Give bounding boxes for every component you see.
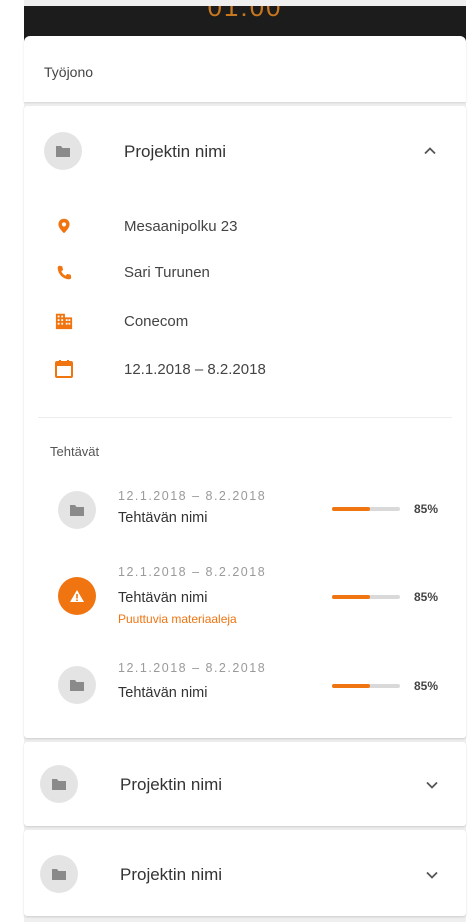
- folder-icon: [40, 765, 78, 803]
- page-title: Työjono: [44, 64, 94, 80]
- chevron-down-icon[interactable]: [425, 868, 439, 882]
- task-progress-bar: [332, 684, 400, 688]
- app-screen: 01:00 Työjono Projektin nimi Mesaanipolk…: [24, 0, 466, 922]
- task-dates: 12.1.2018 – 8.2.2018: [118, 565, 267, 579]
- task-dates: 12.1.2018 – 8.2.2018: [118, 489, 267, 503]
- folder-icon: [58, 666, 96, 704]
- task-name: Tehtävän nimi: [118, 510, 208, 526]
- tasks-section-title: Tehtävät: [50, 444, 100, 459]
- task-progress-fill: [332, 684, 371, 688]
- folder-icon: [40, 855, 78, 893]
- warning-icon: [58, 577, 96, 615]
- task-row[interactable]: 12.1.2018 – 8.2.2018 Tehtävän nimi Puutt…: [24, 564, 466, 644]
- task-row[interactable]: 12.1.2018 – 8.2.2018 Tehtävän nimi 85%: [24, 481, 466, 561]
- location-pin-icon: [54, 216, 74, 236]
- divider: [38, 417, 452, 418]
- project-dates: 12.1.2018 – 8.2.2018: [124, 361, 266, 378]
- project-card[interactable]: Projektin nimi: [24, 830, 466, 916]
- task-name: Tehtävän nimi: [118, 590, 208, 606]
- task-progress-fill: [332, 507, 371, 511]
- task-progress-label: 85%: [414, 590, 439, 604]
- task-progress-bar: [332, 507, 400, 511]
- project-header[interactable]: Projektin nimi: [24, 106, 466, 192]
- clock-display: 01:00: [207, 6, 283, 22]
- phone-icon: [54, 263, 74, 283]
- folder-icon: [58, 491, 96, 529]
- chevron-up-icon[interactable]: [423, 144, 437, 158]
- task-row[interactable]: 12.1.2018 – 8.2.2018 Tehtävän nimi 85%: [24, 661, 466, 731]
- header-card: Työjono: [24, 36, 466, 102]
- project-contact: Sari Turunen: [124, 264, 210, 281]
- task-warning-text: Puuttuvia materiaaleja: [118, 612, 237, 626]
- project-card[interactable]: Projektin nimi: [24, 742, 466, 826]
- calendar-icon: [54, 359, 74, 379]
- project-name: Projektin nimi: [124, 142, 227, 161]
- task-progress-label: 85%: [414, 679, 439, 693]
- task-name: Tehtävän nimi: [118, 685, 208, 701]
- project-address: Mesaanipolku 23: [124, 218, 238, 235]
- company-building-icon: [54, 311, 74, 331]
- project-card-expanded: Projektin nimi Mesaanipolku 23 Sari Turu…: [24, 106, 466, 738]
- project-name: Projektin nimi: [120, 775, 223, 794]
- task-progress-bar: [332, 595, 400, 599]
- chevron-down-icon[interactable]: [425, 778, 439, 792]
- project-name: Projektin nimi: [120, 865, 223, 884]
- task-dates: 12.1.2018 – 8.2.2018: [118, 661, 267, 675]
- task-progress-fill: [332, 595, 371, 599]
- task-progress-label: 85%: [414, 502, 439, 516]
- folder-icon: [44, 132, 82, 170]
- project-company: Conecom: [124, 313, 189, 330]
